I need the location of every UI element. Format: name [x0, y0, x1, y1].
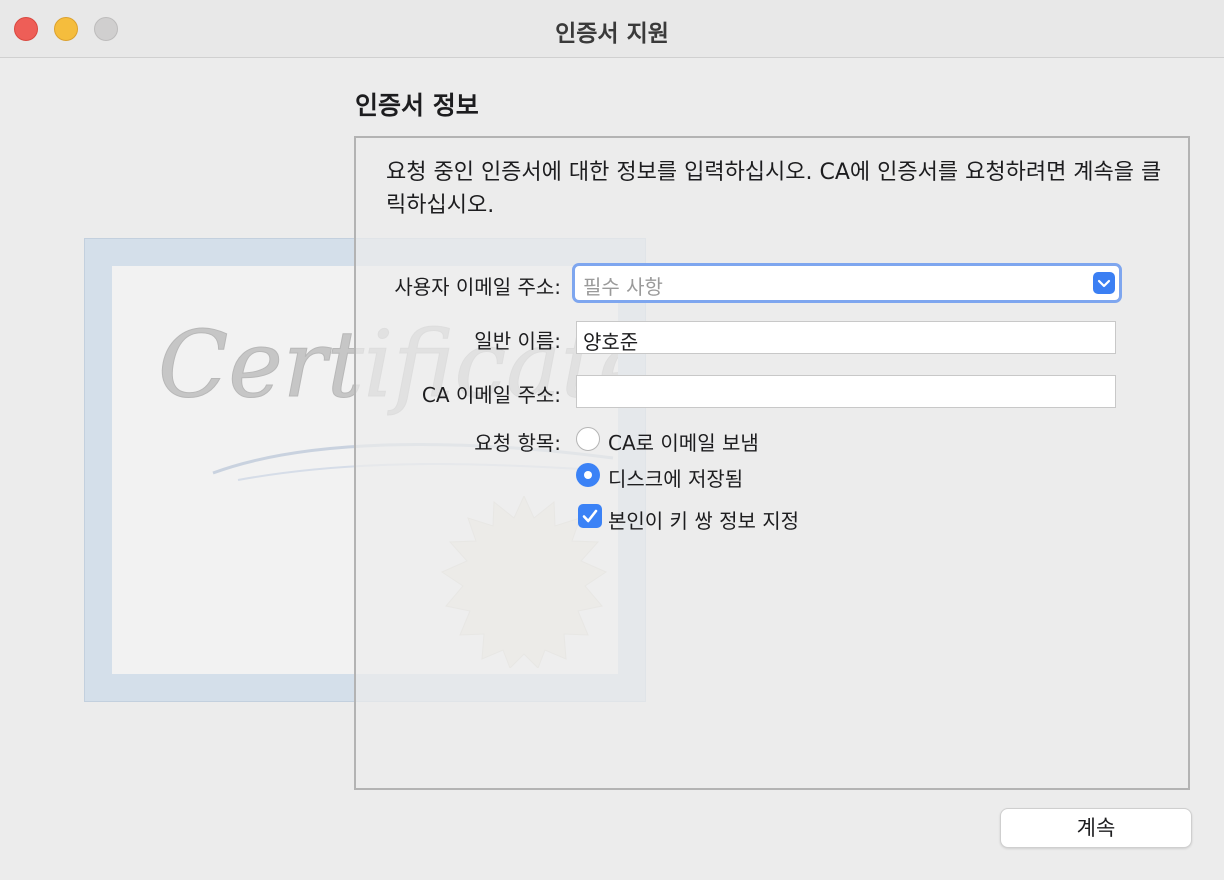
- certificate-assistant-window: 인증서 지원 Certificate 인증서 정보 요청 중인 인증서에 대한 …: [0, 0, 1224, 880]
- request-type-label: 요청 항목:: [474, 431, 561, 455]
- user-email-label: 사용자 이메일 주소:: [394, 275, 561, 299]
- user-email-combobox[interactable]: 필수 사항: [572, 263, 1122, 303]
- ca-email-label: CA 이메일 주소:: [421, 383, 561, 407]
- continue-button[interactable]: 계속: [1000, 808, 1192, 848]
- save-to-disk-label[interactable]: 디스크에 저장됨: [608, 463, 743, 492]
- user-email-placeholder[interactable]: 필수 사항: [583, 271, 663, 300]
- ca-email-field[interactable]: [576, 375, 1116, 408]
- instructions-text: 요청 중인 인증서에 대한 정보를 입력하십시오. CA에 인증서를 요청하려면…: [386, 160, 1162, 218]
- specify-key-pair-checkbox[interactable]: [578, 504, 602, 528]
- checkmark-icon: [582, 509, 598, 523]
- section-title: 인증서 정보: [355, 91, 479, 120]
- specify-key-pair-label[interactable]: 본인이 키 쌍 정보 지정: [608, 505, 799, 534]
- common-name-label: 일반 이름:: [474, 329, 561, 353]
- title-bar: 인증서 지원: [0, 0, 1224, 58]
- common-name-field[interactable]: 양호준: [576, 321, 1116, 354]
- email-to-ca-radio[interactable]: [576, 427, 600, 451]
- form-panel: [354, 136, 1190, 790]
- window-title: 인증서 지원: [555, 21, 669, 47]
- chevron-down-icon[interactable]: [1093, 272, 1115, 294]
- email-to-ca-label[interactable]: CA로 이메일 보냄: [608, 427, 759, 456]
- save-to-disk-radio[interactable]: [576, 463, 600, 487]
